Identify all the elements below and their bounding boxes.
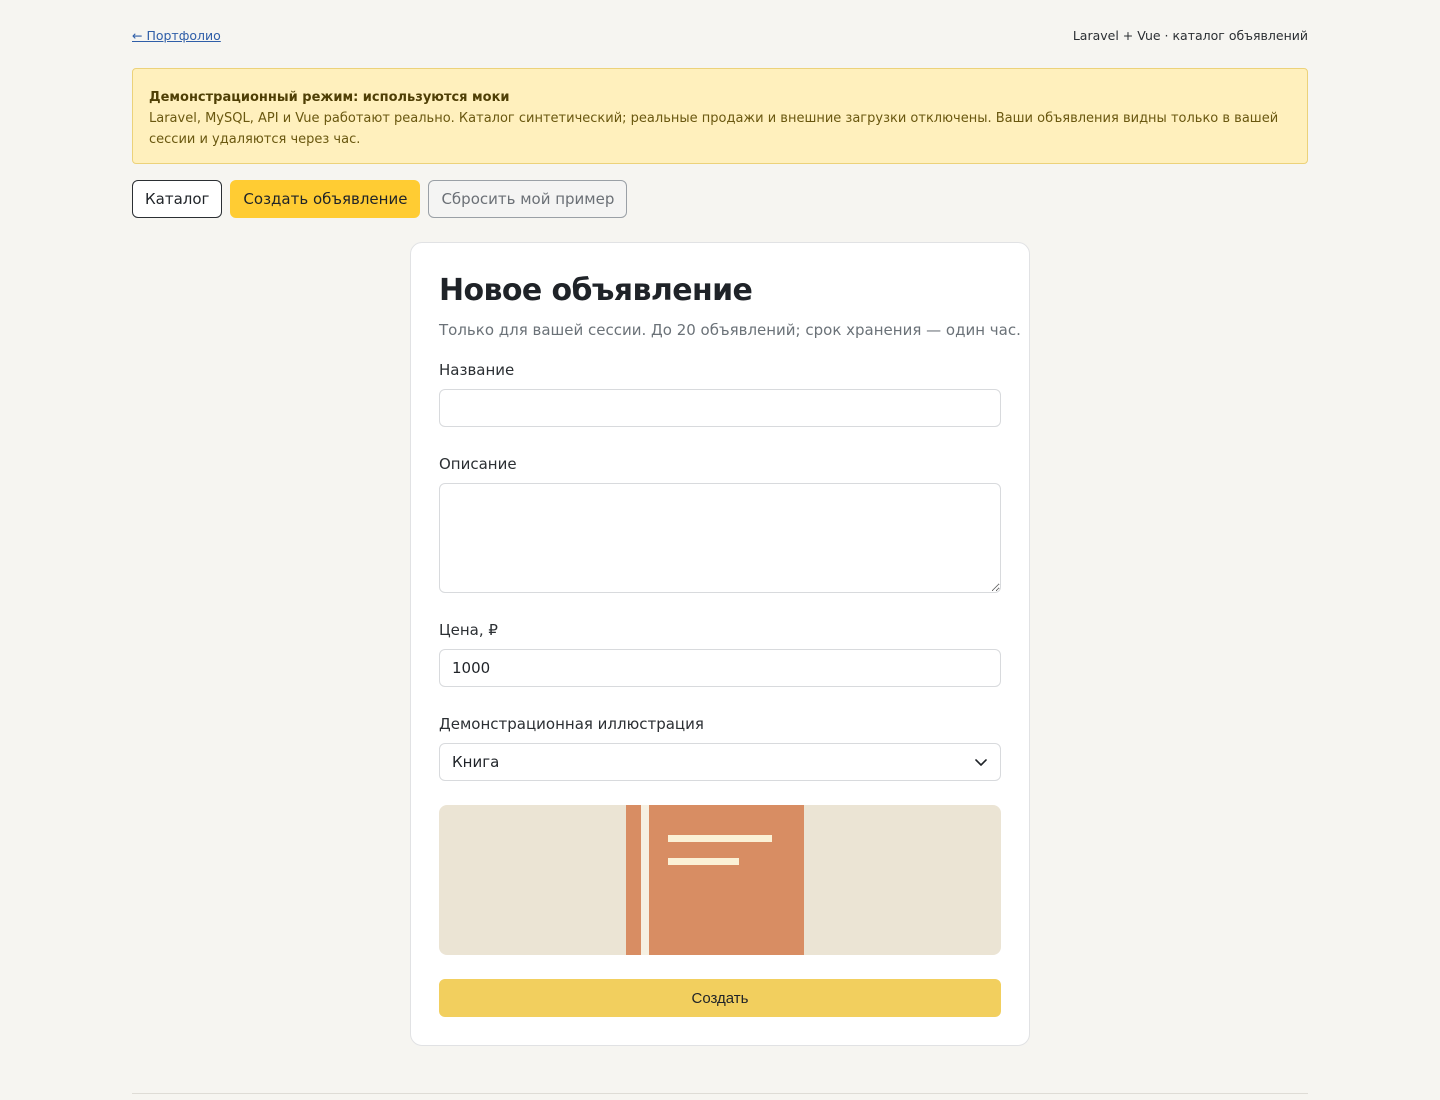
description-label: Описание	[439, 455, 517, 473]
create-listing-button[interactable]: Создать объявление	[230, 180, 421, 218]
submit-button[interactable]: Создать	[439, 979, 1001, 1017]
demo-notice: Демонстрационный режим: используются мок…	[132, 68, 1308, 164]
price-label: Цена, ₽	[439, 621, 498, 639]
top-bar: ← Портфолио Laravel + Vue · каталог объя…	[132, 26, 1308, 44]
form-subtitle: Только для вашей сессии. До 20 объявлени…	[439, 321, 1021, 339]
price-input[interactable]	[439, 649, 1001, 687]
name-input[interactable]	[439, 389, 1001, 427]
description-textarea[interactable]	[439, 483, 1001, 593]
book-illustration-icon	[626, 805, 804, 955]
page: ← Портфолио Laravel + Vue · каталог объя…	[0, 0, 1440, 1100]
illustration-label: Демонстрационная иллюстрация	[439, 715, 704, 733]
back-to-portfolio-link[interactable]: ← Портфолио	[132, 28, 221, 43]
catalog-button[interactable]: Каталог	[132, 180, 223, 218]
new-listing-card: Новое объявление Только для вашей сессии…	[410, 242, 1030, 1046]
footer-divider	[132, 1093, 1308, 1094]
illustration-select[interactable]: Книга	[439, 743, 1001, 781]
illustration-preview	[439, 805, 1001, 955]
page-title: Новое объявление	[439, 273, 753, 308]
reset-example-button[interactable]: Сбросить мой пример	[428, 180, 628, 218]
notice-title: Демонстрационный режим: используются мок…	[149, 90, 510, 105]
name-label: Название	[439, 361, 515, 379]
illustration-select-value: Книга	[452, 753, 500, 771]
action-bar: Каталог Создать объявление Сбросить мой …	[132, 180, 628, 218]
notice-text: Laravel, MySQL, API и Vue работают реаль…	[149, 111, 1279, 147]
app-caption: Laravel + Vue · каталог объявлений	[1072, 27, 1308, 43]
chevron-down-icon	[975, 759, 987, 766]
